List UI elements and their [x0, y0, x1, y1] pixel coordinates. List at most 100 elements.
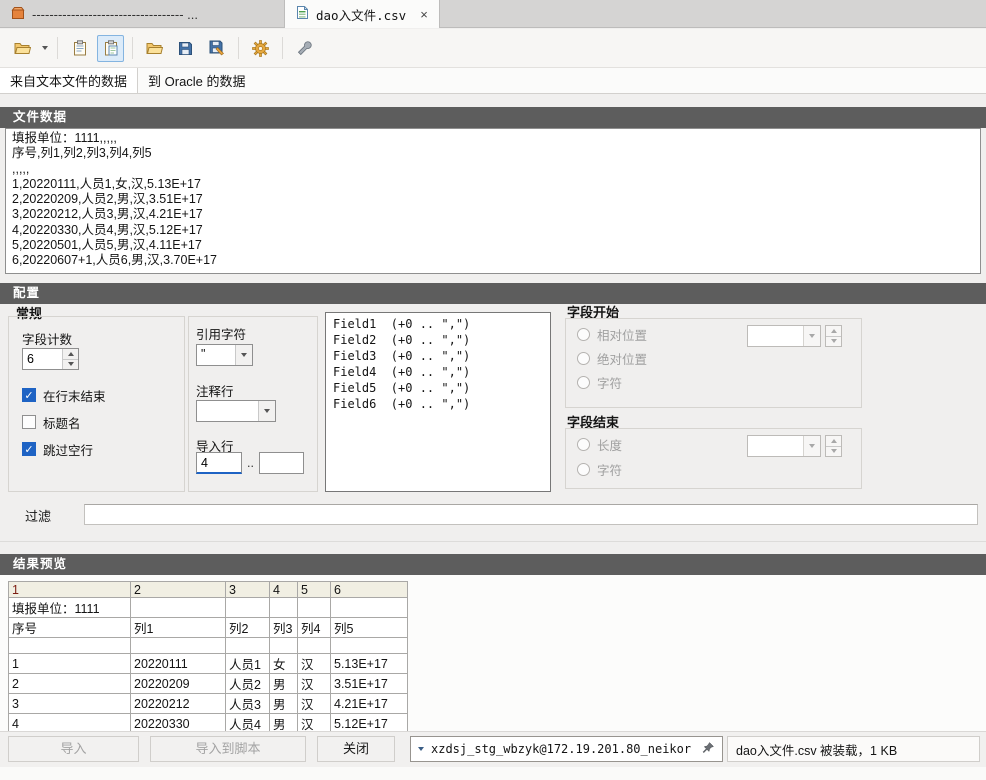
dropdown-arrow-icon[interactable] [803, 436, 820, 456]
preview-cell[interactable] [297, 637, 331, 654]
fields-listbox[interactable]: Field1 (+0 .. ",") Field2 (+0 .. ",") Fi… [325, 312, 551, 492]
filter-input[interactable] [84, 504, 978, 525]
preview-cell[interactable] [130, 637, 226, 654]
preview-cell[interactable] [330, 637, 408, 654]
preview-cell[interactable]: 20220111 [130, 653, 226, 674]
spin-down-icon[interactable] [826, 335, 841, 346]
preview-cell[interactable] [8, 637, 131, 654]
preview-cell[interactable]: 填报单位：1111 [8, 597, 131, 618]
preview-cell[interactable] [269, 637, 298, 654]
preview-cell[interactable]: 列4 [297, 617, 331, 638]
preview-cell[interactable]: 列5 [330, 617, 408, 638]
tab-csv-file[interactable]: dao入文件.csv × [284, 0, 440, 28]
save-edit-button[interactable] [203, 35, 230, 62]
field-list-item[interactable]: Field5 (+0 .. ",") [333, 380, 543, 396]
spin-up-icon[interactable] [63, 349, 78, 359]
tab-previous-document[interactable]: ----------------------------------- ... [0, 0, 284, 28]
checkbox-icon[interactable]: ✓ [22, 442, 36, 456]
step-target-tab[interactable]: 到 Oracle 的数据 [138, 68, 256, 93]
splitter[interactable] [0, 541, 986, 542]
field-start-select[interactable] [747, 325, 821, 347]
pin-icon[interactable] [702, 741, 715, 757]
preview-cell[interactable] [330, 597, 408, 618]
tools-wrench-icon[interactable] [291, 35, 318, 62]
preview-cell[interactable]: 20220212 [130, 693, 226, 714]
preview-column-header[interactable]: 3 [225, 581, 270, 598]
dropdown-arrow-icon[interactable] [235, 345, 252, 365]
field-count-stepper[interactable] [22, 348, 79, 370]
checkbox-row-end-at-eol[interactable]: ✓ 在行末结束 [22, 387, 106, 404]
checkbox-icon[interactable]: ✓ [22, 415, 36, 429]
preview-cell[interactable]: 5.13E+17 [330, 653, 408, 674]
field-list-item[interactable]: Field3 (+0 .. ",") [333, 348, 543, 364]
preview-column-header[interactable]: 5 [297, 581, 331, 598]
preview-cell[interactable]: 3 [8, 693, 131, 714]
field-start-stepper[interactable] [825, 325, 842, 347]
spin-down-icon[interactable] [63, 358, 78, 369]
preview-cell[interactable]: 男 [269, 673, 298, 694]
preview-cell[interactable] [297, 597, 331, 618]
import-to-script-button[interactable]: 导入到脚本 [150, 736, 306, 762]
preview-column-header[interactable]: 1 [8, 581, 131, 598]
open-template-button[interactable] [141, 35, 168, 62]
open-file-dropdown-icon[interactable] [38, 35, 51, 62]
field-list-item[interactable]: Field4 (+0 .. ",") [333, 364, 543, 380]
preview-cell[interactable]: 列1 [130, 617, 226, 638]
close-tab-icon[interactable]: × [420, 7, 428, 22]
dropdown-arrow-icon[interactable] [418, 747, 424, 751]
preview-cell[interactable]: 女 [269, 653, 298, 674]
preview-cell[interactable] [225, 597, 270, 618]
settings-gear-icon[interactable] [247, 35, 274, 62]
paste-button[interactable] [97, 34, 124, 62]
preview-column-header[interactable]: 2 [130, 581, 226, 598]
radio-icon[interactable] [577, 352, 590, 365]
radio-icon[interactable] [577, 463, 590, 476]
dropdown-arrow-icon[interactable] [803, 326, 820, 346]
preview-cell[interactable]: 4.21E+17 [330, 693, 408, 714]
comment-line-select[interactable] [196, 400, 276, 422]
field-end-stepper[interactable] [825, 435, 842, 457]
radio-relative-position[interactable]: 相对位置 [577, 325, 647, 344]
radio-absolute-position[interactable]: 绝对位置 [577, 349, 647, 368]
import-button[interactable]: 导入 [8, 736, 139, 762]
preview-cell[interactable]: 20220209 [130, 673, 226, 694]
radio-icon[interactable] [577, 438, 590, 451]
open-file-button[interactable] [9, 35, 36, 62]
field-list-item[interactable]: Field6 (+0 .. ",") [333, 396, 543, 412]
preview-cell[interactable] [269, 597, 298, 618]
radio-icon[interactable] [577, 376, 590, 389]
spin-up-icon[interactable] [826, 436, 841, 446]
spin-down-icon[interactable] [826, 445, 841, 456]
import-row-from-input[interactable] [196, 452, 242, 474]
quote-char-select[interactable]: " [196, 344, 253, 366]
radio-length[interactable]: 长度 [577, 435, 622, 454]
preview-cell[interactable]: 汉 [297, 653, 331, 674]
preview-cell[interactable]: 人员2 [225, 673, 270, 694]
preview-column-header[interactable]: 6 [330, 581, 408, 598]
file-data-preview[interactable]: 填报单位：1111,,,,, 序号,列1,列2,列3,列4,列5 ,,,,, 1… [5, 128, 981, 274]
step-source-tab[interactable]: 来自文本文件的数据 [0, 68, 139, 93]
field-list-item[interactable]: Field2 (+0 .. ",") [333, 332, 543, 348]
preview-cell[interactable]: 1 [8, 653, 131, 674]
import-row-to-input[interactable] [259, 452, 304, 474]
preview-cell[interactable]: 汉 [297, 693, 331, 714]
close-button[interactable]: 关闭 [317, 736, 395, 762]
field-count-input[interactable] [23, 349, 62, 369]
preview-cell[interactable]: 2 [8, 673, 131, 694]
dropdown-arrow-icon[interactable] [258, 401, 275, 421]
preview-column-header[interactable]: 4 [269, 581, 298, 598]
preview-cell[interactable]: 3.51E+17 [330, 673, 408, 694]
field-list-item[interactable]: Field1 (+0 .. ",") [333, 316, 543, 332]
preview-cell[interactable]: 汉 [297, 673, 331, 694]
radio-end-character[interactable]: 字符 [577, 460, 622, 479]
preview-cell[interactable]: 人员1 [225, 653, 270, 674]
preview-cell[interactable] [130, 597, 226, 618]
preview-cell[interactable]: 人员3 [225, 693, 270, 714]
checkbox-icon[interactable]: ✓ [22, 388, 36, 402]
preview-cell[interactable]: 序号 [8, 617, 131, 638]
preview-cell[interactable] [225, 637, 270, 654]
save-button[interactable] [172, 35, 199, 62]
preview-cell[interactable]: 男 [269, 693, 298, 714]
radio-start-character[interactable]: 字符 [577, 373, 622, 392]
checkbox-row-skip-blank[interactable]: ✓ 跳过空行 [22, 441, 93, 458]
